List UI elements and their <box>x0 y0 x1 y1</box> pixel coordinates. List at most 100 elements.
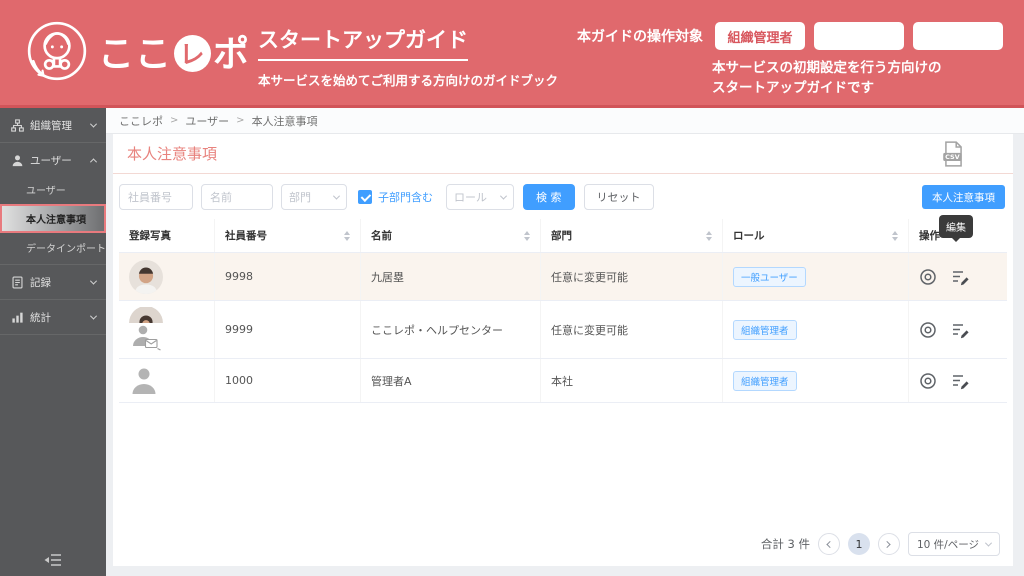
column-header-employee-no: 社員番号 <box>225 230 267 242</box>
edit-icon[interactable] <box>951 268 970 286</box>
wordmark-circle-letter: レ <box>179 40 206 69</box>
sort-toggle-icon[interactable] <box>524 230 530 241</box>
bar-chart-icon <box>12 312 23 323</box>
employee-no-cell: 9999 <box>215 301 361 358</box>
guide-target-label: 本ガイドの操作対象 <box>577 29 703 45</box>
guide-description-line1: 本サービスの初期設定を行う方向けの <box>712 60 942 76</box>
users-table: 登録写真 社員番号 名前 部門 ロール 操作 9998 九居塁 任意に変更可能 … <box>119 219 1007 403</box>
include-subdepartment-label: 子部門含む <box>378 191 433 204</box>
table-row: 9999 ここレポ・ヘルプセンター 任意に変更可能 組織管理者 <box>119 301 1007 359</box>
main-content: ここレポ > ユーザー > 本人注意事項 本人注意事項 CSV 部門 <box>106 108 1024 576</box>
sidebar-subitem-label: ユーザー <box>26 186 66 197</box>
add-personal-notes-button[interactable]: 本人注意事項 <box>922 185 1005 209</box>
sidebar: 組織管理 ユーザー ユーザー 本人注意事項 データインポート 記録 統計 <box>0 108 106 576</box>
guide-subtitle: 本サービスを始めてご利用する方向けのガイドブック <box>258 73 559 88</box>
user-invite-mail-icon <box>133 325 161 351</box>
mascot-icon <box>27 21 87 81</box>
breadcrumb-separator: > <box>236 115 245 126</box>
sidebar-item-label: 組織管理 <box>30 119 72 132</box>
name-cell: 九居塁 <box>361 253 541 300</box>
pagination-prev-button[interactable] <box>817 533 840 555</box>
column-header-role: ロール <box>733 230 765 242</box>
pagination-page-1[interactable]: 1 <box>847 533 870 555</box>
guide-block: スタートアップガイド 本サービスを始めてご利用する方向けのガイドブック <box>258 24 558 89</box>
breadcrumb-separator: > <box>170 115 179 126</box>
page-size-select[interactable]: 10 件/ページ <box>907 532 1000 556</box>
sort-toggle-icon[interactable] <box>706 230 712 241</box>
breadcrumb-item-current: 本人注意事項 <box>251 114 318 128</box>
view-icon[interactable] <box>919 372 937 390</box>
breadcrumb: ここレポ > ユーザー > 本人注意事項 <box>106 108 1024 134</box>
name-cell: ここレポ・ヘルプセンター <box>361 301 541 358</box>
content-panel: 本人注意事項 CSV 部門 子部門含む ロール <box>113 134 1013 566</box>
department-cell: 任意に変更可能 <box>541 301 723 358</box>
breadcrumb-item-home[interactable]: ここレポ <box>119 113 163 129</box>
app-wordmark: ここ レ ポ <box>98 25 250 77</box>
sidebar-subitem-users[interactable]: ユーザー <box>0 175 106 204</box>
name-input[interactable] <box>201 184 273 210</box>
org-chart-icon <box>11 118 24 132</box>
sort-toggle-icon[interactable] <box>344 230 350 241</box>
app-header: ここ レ ポ スタートアップガイド 本サービスを始めてご利用する方向けのガイドブ… <box>0 0 1024 108</box>
department-select[interactable]: 部門 <box>281 184 347 210</box>
sort-toggle-icon[interactable] <box>892 230 898 241</box>
reset-button[interactable]: リセット <box>583 184 654 210</box>
app-logo[interactable]: ここ レ ポ <box>24 18 250 84</box>
csv-export-button[interactable]: CSV <box>942 141 965 171</box>
guide-title: スタートアップガイド <box>258 24 468 61</box>
pagination-next-button[interactable] <box>877 533 900 555</box>
record-document-icon <box>12 276 23 288</box>
column-header-department: 部門 <box>551 230 572 242</box>
column-header-actions: 操作 <box>919 230 940 242</box>
column-header-name: 名前 <box>371 230 392 242</box>
csv-file-icon: CSV <box>943 141 962 167</box>
sidebar-subitem-label: 本人注意事項 <box>26 215 86 226</box>
chevron-down-icon <box>984 539 993 547</box>
user-photo-avatar-stack <box>129 307 163 352</box>
sidebar-item-users[interactable]: ユーザー <box>0 145 106 175</box>
table-row: 9998 九居塁 任意に変更可能 一般ユーザー <box>119 253 1007 301</box>
employee-no-cell: 1000 <box>215 359 361 402</box>
edit-icon[interactable] <box>951 321 970 339</box>
filter-toolbar: 部門 子部門含む ロール 検 索 リセット 本人注意事項 <box>113 174 1013 210</box>
table-row: 1000 管理者A 本社 組織管理者 <box>119 359 1007 403</box>
search-button[interactable]: 検 索 <box>523 184 575 210</box>
default-avatar-icon <box>132 368 156 394</box>
sidebar-collapse-button[interactable] <box>0 553 106 567</box>
include-subdepartment-checkbox[interactable] <box>358 190 372 204</box>
sidebar-subitem-data-import[interactable]: データインポート <box>0 233 106 262</box>
chevron-down-icon <box>89 277 98 285</box>
wordmark-circle: レ <box>174 34 212 72</box>
user-photo-avatar <box>129 259 163 294</box>
guide-description-line2: スタートアップガイドです <box>712 80 874 97</box>
role-tag: 一般ユーザー <box>733 266 806 287</box>
role-tag: 組織管理者 <box>733 319 797 340</box>
sidebar-subitem-label: データインポート <box>26 244 106 255</box>
page-size-label: 10 件/ページ <box>916 538 979 551</box>
sidebar-subitem-personal-notes[interactable]: 本人注意事項 <box>0 204 106 233</box>
view-icon[interactable] <box>919 321 937 339</box>
user-photo-half-avatar <box>129 307 163 323</box>
view-icon[interactable] <box>919 268 937 286</box>
department-select-placeholder: 部門 <box>289 191 311 204</box>
sidebar-item-label: 記録 <box>30 276 51 289</box>
guide-target-row: 本ガイドの操作対象 組織管理者 <box>577 22 1012 50</box>
page-title-row: 本人注意事項 CSV <box>113 134 1013 174</box>
guide-description: 本サービスの初期設定を行う方向けの スタートアップガイドです <box>712 58 942 99</box>
chevron-down-icon <box>499 192 508 200</box>
role-select[interactable]: ロール <box>446 184 514 210</box>
name-cell: 管理者A <box>361 359 541 402</box>
role-select-placeholder: ロール <box>454 191 487 204</box>
breadcrumb-item-users[interactable]: ユーザー <box>185 113 229 129</box>
chevron-down-icon <box>332 192 341 200</box>
target-badge-empty-2 <box>913 22 1003 50</box>
sidebar-item-label: ユーザー <box>30 154 72 167</box>
department-cell: 本社 <box>541 359 723 402</box>
sidebar-item-org-management[interactable]: 組織管理 <box>0 110 106 140</box>
sidebar-item-statistics[interactable]: 統計 <box>0 302 106 332</box>
edit-tooltip: 編集 <box>939 215 973 242</box>
edit-icon[interactable] <box>951 372 970 390</box>
sidebar-item-records[interactable]: 記録 <box>0 267 106 297</box>
employee-number-input[interactable] <box>119 184 193 210</box>
csv-icon-label: CSV <box>945 153 960 161</box>
